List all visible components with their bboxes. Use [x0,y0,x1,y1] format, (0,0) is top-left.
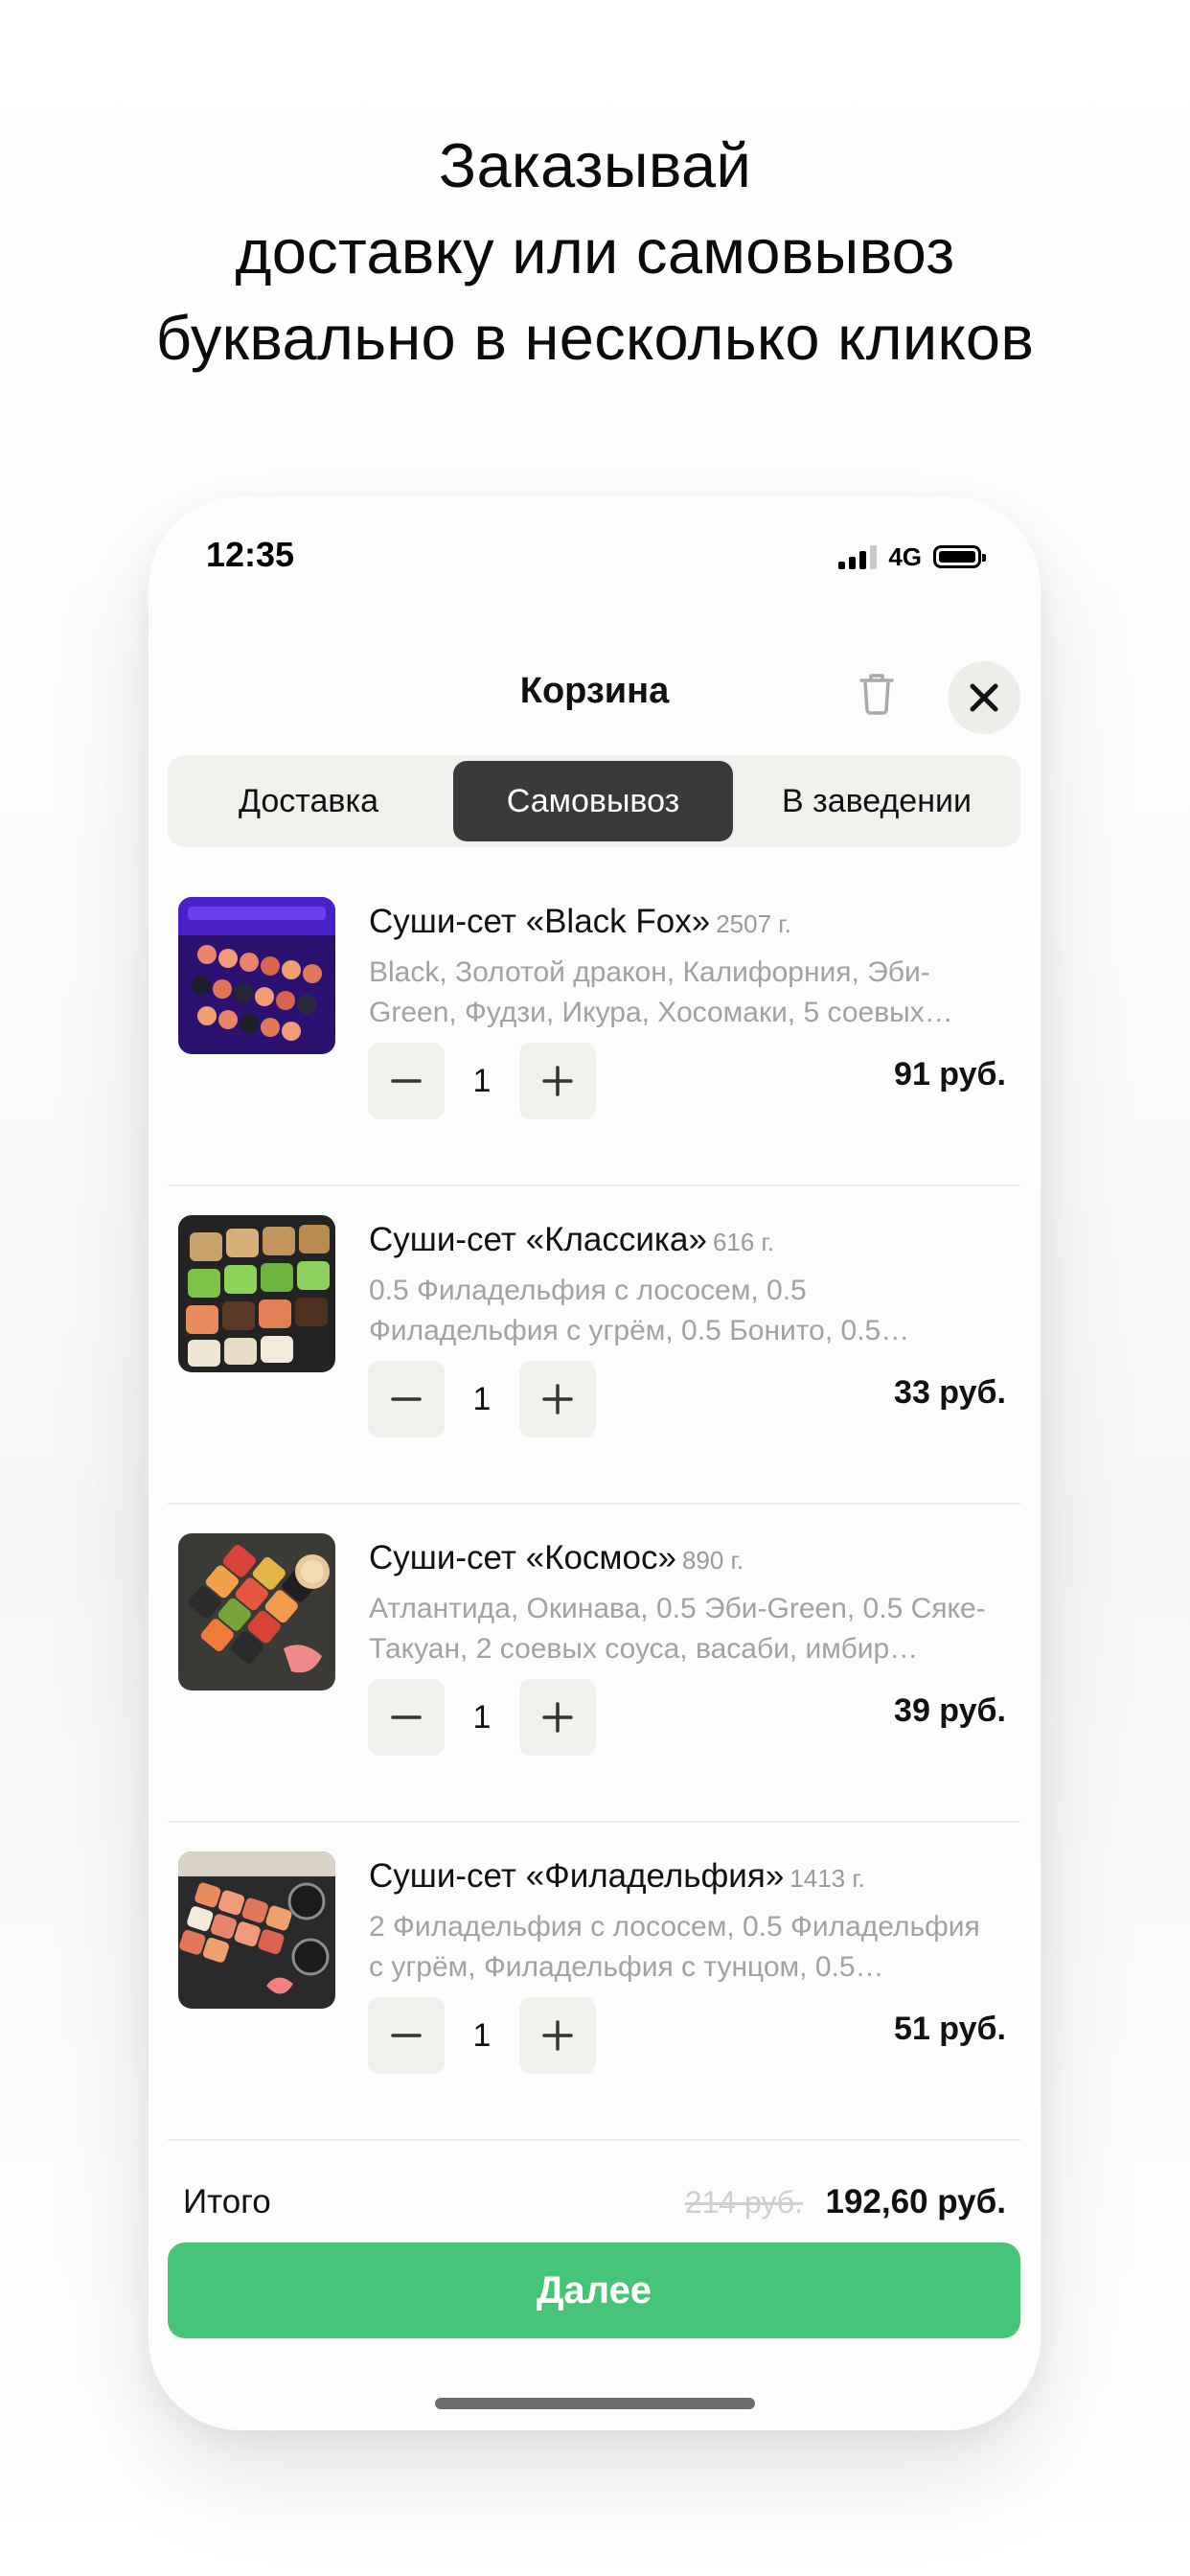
item-weight: 616 г. [712,1228,775,1256]
decrease-quantity-button[interactable] [368,1361,445,1438]
minus-icon [391,1079,422,1083]
promo-headline: Заказывай доставку или самовывоз букваль… [0,123,1190,381]
item-name: Суши-сет «Классика» [369,1221,707,1258]
item-quantity: 1 [472,1380,492,1417]
close-button[interactable] [948,661,1020,734]
item-description: 0.5 Филадельфия с лососем, 0.5 Филадельф… [369,1275,910,1346]
cart-item: Суши-сет «Филадельфия» 1413 г. 2 Филадель… [149,1823,1041,2141]
home-indicator[interactable] [435,2398,755,2409]
item-title: Суши-сет «Black Fox» 2507 г. [369,903,791,941]
item-title: Суши-сет «Филадельфия» 1413 г. [369,1857,865,1896]
increase-quantity-button[interactable] [519,1361,596,1438]
cart-summary: Итого 214 руб. 192,60 руб. Далее [149,2164,1041,2430]
item-name: Суши-сет «Black Fox» [369,903,711,940]
next-button[interactable]: Далее [168,2242,1020,2338]
increase-quantity-button[interactable] [519,1043,596,1119]
plus-icon [542,1702,573,1733]
status-indicators: 4G [838,541,986,571]
close-icon [970,683,998,712]
item-title: Суши-сет «Классика» 616 г. [369,1221,774,1259]
item-description: Атлантида, Окинава, 0.5 Эби-Green, 0.5 С… [369,1593,986,1665]
status-time: 12:35 [206,535,295,574]
item-title: Суши-сет «Космос» 890 г. [369,1539,744,1577]
minus-icon [391,1397,422,1401]
cellular-signal-icon [838,544,878,569]
item-name: Суши-сет «Космос» [369,1539,676,1576]
clear-cart-button[interactable] [854,669,900,717]
item-weight: 1413 г. [790,1864,865,1893]
item-price: 33 руб. [894,1374,1006,1411]
headline-line-2: доставку или самовывоз [235,217,955,287]
order-type-switch: Доставка Самовывоз В заведении [168,755,1020,847]
item-price: 51 руб. [894,2011,1006,2047]
product-image [178,897,335,1054]
item-description: Black, Золотой дракон, Калифорния, Эби-G… [369,956,953,1028]
minus-icon [391,1715,422,1719]
item-price: 91 руб. [894,1056,1006,1092]
old-total-price: 214 руб. [684,2185,803,2220]
increase-quantity-button[interactable] [519,1679,596,1756]
increase-quantity-button[interactable] [519,1997,596,2074]
network-type: 4G [888,541,922,571]
item-description: 2 Филадельфия с лососем, 0.5 Филадельфия… [369,1911,980,1983]
product-image [178,1215,335,1372]
item-weight: 2507 г. [716,909,791,938]
decrease-quantity-button[interactable] [368,1043,445,1119]
plus-icon [542,1384,573,1414]
item-price: 39 руб. [894,1692,1006,1729]
phone-frame: 12:35 4G Корзина Доставка Самовывоз В за… [149,496,1041,2430]
plus-icon [542,2020,573,2051]
item-quantity: 1 [472,2016,492,2054]
cart-item: Суши-сет «Классика» 616 г. 0.5 Филадельфи… [149,1186,1041,1505]
product-image [178,1852,335,2009]
product-image [178,1533,335,1690]
tab-delivery[interactable]: Доставка [173,761,444,841]
item-name: Суши-сет «Филадельфия» [369,1857,785,1895]
headline-line-3: буквально в несколько кликов [155,303,1035,373]
cart-item: Суши-сет «Black Fox» 2507 г. Black, Золот… [149,868,1041,1186]
battery-icon [933,545,986,568]
item-quantity: 1 [472,1698,492,1736]
minus-icon [391,2034,422,2037]
page-title: Корзина [519,671,670,711]
plus-icon [542,1066,573,1096]
decrease-quantity-button[interactable] [368,1679,445,1756]
cart-item: Суши-сет «Космос» 890 г. Атлантида, Окина… [149,1505,1041,1823]
tab-dine-in[interactable]: В заведении [739,761,1015,841]
total-label: Итого [183,2183,271,2220]
decrease-quantity-button[interactable] [368,1997,445,2074]
headline-line-1: Заказывай [438,130,752,200]
total-price: 192,60 руб. [825,2183,1006,2220]
item-quantity: 1 [472,1062,492,1099]
trash-icon [859,674,894,715]
item-weight: 890 г. [681,1546,744,1575]
divider [168,2139,1020,2141]
tab-pickup[interactable]: Самовывоз [453,761,733,841]
